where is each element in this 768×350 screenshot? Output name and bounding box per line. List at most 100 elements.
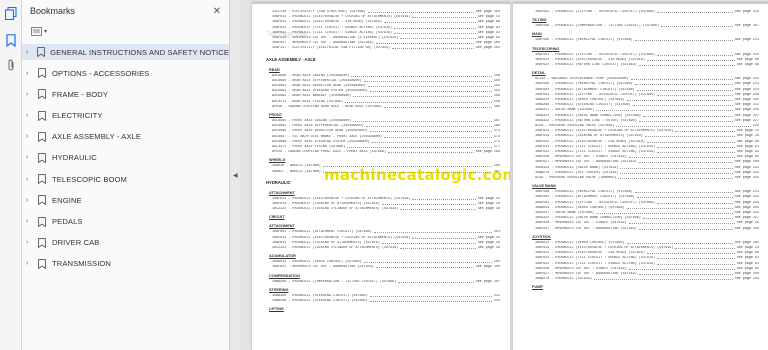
page-reference: See page 221 <box>734 38 759 43</box>
chevron-right-icon[interactable]: › <box>26 197 35 204</box>
index-entry[interactable]: 10BA278 - HYDRAULIC (547919) See page 233 <box>535 277 759 282</box>
index-entry[interactable]: 10AF581 - HYDRAULIC (LIFTING - TELESCOPI… <box>535 10 759 15</box>
index-entry[interactable]: 8PD20 - CARDAN COUPLING FRONT AXLE - FRO… <box>272 150 500 155</box>
entry-text: 10AF626 - MOVEMENTS CUT OUT : AGGRAVATIN… <box>272 36 399 40</box>
bookmark-item[interactable]: › OPTIONS - ACCESSORIES <box>22 65 229 81</box>
entry-text: 10DA317 - VALVE BANK (547896) <box>535 211 595 215</box>
bookmark-item[interactable]: › PEDALS <box>22 214 229 230</box>
entry-text: 10AF626 - MOVEMENTS CUT OUT : SINGLE (54… <box>535 266 627 271</box>
index-entry[interactable]: 12AF117 - ELECTRICITY (ELECTRICAL PAN FI… <box>272 46 500 51</box>
index-entry[interactable]: 10BA288 - HYDRAULIC (STEERING CIRCUIT) (… <box>272 299 500 304</box>
page-reference: See page 100 <box>475 41 500 46</box>
leader-dots <box>620 167 733 169</box>
document-view[interactable]: Two Page View machinecatalogic.com 11CC1… <box>240 0 768 350</box>
index-entry[interactable]: 10BA286 - HYDRAULIC (COMPENSATION - TILT… <box>272 280 500 285</box>
entry-text: AXL6691 - REAR AXLE REDUCTION GEAR (2503… <box>272 84 366 88</box>
entry-text: 10AF588 - HYDRAULIC (PRINCIPAL CIRCUIT) … <box>535 190 633 195</box>
index-entry[interactable]: 8C59 - PRESSURE REDUCING VALVE (TANKMOD)… <box>535 176 759 181</box>
leader-dots <box>322 171 492 173</box>
close-icon[interactable]: ✕ <box>213 6 221 17</box>
section-heading: AXLE ASSEMBLY - AXLE <box>266 56 316 62</box>
chevron-right-icon[interactable]: › <box>26 260 35 267</box>
leader-dots <box>661 26 733 28</box>
collapse-panel-icon[interactable]: ◀ <box>233 172 238 179</box>
index-entry[interactable]: 10CZ122 - HYDRAULIC (LOCKING CYLINDER OF… <box>272 246 500 251</box>
entry-text: 10AF627 - MOVEMENTS CUT OUT : AGGRAVATIN… <box>535 272 637 276</box>
entry-text: 10AF581 - HYDRAULIC (LIFTING - TELESCOPI… <box>535 10 656 14</box>
bookmark-icon[interactable] <box>4 33 18 47</box>
bookmark-item[interactable]: › HYDRAULIC <box>22 150 229 166</box>
bookmark-item[interactable]: › TELESCOPIC BOOM <box>22 171 229 187</box>
entry-text: 10AF602 - HYDRAULIC (ATTACHMENT CIRCUIT)… <box>535 87 635 92</box>
bookmark-icon <box>38 237 47 248</box>
leader-dots <box>657 54 733 56</box>
index-entry[interactable]: 10AF624 - HYDRAULIC (RETURN LINE CIRCUIT… <box>535 63 759 68</box>
bookmark-icon <box>38 68 47 79</box>
subsection-heading: PUMP <box>532 285 543 290</box>
leader-dots <box>387 152 474 154</box>
page-reference: 212 <box>493 293 500 298</box>
bookmark-item[interactable]: › ENGINE <box>22 192 229 208</box>
leader-dots <box>392 48 474 50</box>
page-reference: See page 14 <box>736 129 759 134</box>
subsection-heading: ATTACHMENT <box>269 190 295 195</box>
chevron-right-icon[interactable]: › <box>26 218 35 225</box>
page-reference: See page 86 <box>477 20 500 25</box>
index-entry[interactable]: 10AF586 - HYDRAULIC (COMPENSATION - TILT… <box>535 24 759 29</box>
entry-text: 10AF623 - HYDRAULIC (ELECTROVALVE - 3IB … <box>535 139 645 144</box>
entry-text: 10AF631 - HYDRAULIC (TILL CIRCUIT : DOUB… <box>535 256 656 261</box>
bookmark-item[interactable]: › AXLE ASSEMBLY - AXLE <box>22 129 229 145</box>
entry-text: 10AF623 - HYDRAULIC (ELECTROVALVE - 3IB … <box>272 20 382 25</box>
leader-dots <box>638 65 735 66</box>
bookmark-label: OPTIONS - ACCESSORIES <box>52 68 150 78</box>
bookmark-icon <box>38 153 47 163</box>
paperclip-icon[interactable] <box>4 58 18 72</box>
bookmark-label: ELECTRICITY <box>52 111 103 121</box>
bookmark-item[interactable]: › DRIVER CAB <box>22 235 229 251</box>
leader-dots <box>616 126 751 127</box>
page-reference: See page 101 <box>475 46 500 51</box>
bookmark-options-icon[interactable]: ▾ <box>28 25 50 38</box>
bookmark-icon <box>38 195 47 206</box>
leader-dots <box>596 213 733 214</box>
chevron-right-icon[interactable]: › <box>26 154 35 161</box>
index-entry[interactable]: 10AF627 - MOVEMENTS CUT OUT : AGGRAVATIN… <box>535 227 759 232</box>
entry-text: 3RA026 - WHEELS (547896) <box>272 164 321 169</box>
index-entry[interactable]: 8PD19 - CARDAN COUPLING REAR AXLE - REAR… <box>272 105 500 110</box>
leader-dots <box>657 94 733 96</box>
index-entry[interactable]: 10AF621 - MOVEMENTS CUT OUT : AGGRAVATIN… <box>272 265 500 270</box>
entry-text: AXL3373 - FRONT AXLE FIXING (547896) <box>272 145 346 149</box>
page-reference: 171 <box>493 129 500 134</box>
chevron-right-icon[interactable]: › <box>26 70 35 77</box>
chevron-right-icon[interactable]: › <box>26 239 35 246</box>
chevron-right-icon[interactable]: › <box>26 49 34 56</box>
page-reference: 187 <box>493 169 500 174</box>
chevron-right-icon[interactable]: › <box>26 133 35 140</box>
bookmark-item[interactable]: › FRAME - BODY <box>22 86 229 102</box>
leader-dots <box>657 146 735 148</box>
entry-text: 10AA014 - HYDRAULIC (SERVO CONTROL) (547… <box>535 98 625 102</box>
bookmark-item[interactable]: › ELECTRICITY <box>22 108 229 124</box>
page-reference: 205 <box>493 260 500 265</box>
page-reference: See page 216 <box>734 200 759 205</box>
entry-text: 10AF588 - HYDRAULIC (PRINCIPAL CIRCUIT) … <box>535 82 633 87</box>
entry-text: AXL6687 - OIL BATH DISC BRAKE - FRONT AX… <box>272 134 382 139</box>
subsection-heading: REAR <box>269 67 280 72</box>
chevron-right-icon[interactable]: › <box>26 91 35 98</box>
index-entry[interactable]: 10CZ122 - HYDRAULIC (LOCKING CYLINDER OF… <box>272 207 500 212</box>
entry-text: 10AF613 - HYDRAULIC (ELECTROVALVE + LOCK… <box>272 196 411 201</box>
bookmark-icon <box>38 131 47 142</box>
entry-text: AXL6685 - FRONT AXLE DIFFERENTIAL (25039… <box>272 124 364 129</box>
pages-icon[interactable] <box>4 6 18 20</box>
page-reference: See page 183 <box>475 150 500 155</box>
chevron-right-icon[interactable]: › <box>26 112 35 119</box>
bookmark-list: › GENERAL INSTRUCTIONS AND SAFETY NOTICE ›… <box>22 44 229 272</box>
page-reference: See page 212 <box>734 103 759 108</box>
bookmark-item[interactable]: › TRANSMISSION <box>22 256 229 272</box>
chevron-right-icon[interactable]: › <box>26 176 35 183</box>
page-reference: See page 207 <box>734 24 759 29</box>
index-entry[interactable]: 10AF588 - HYDRAULIC (PRINCIPAL CIRCUIT) … <box>535 38 759 43</box>
leader-dots <box>412 237 476 239</box>
bookmark-item[interactable]: › GENERAL INSTRUCTIONS AND SAFETY NOTICE <box>22 44 229 60</box>
index-entry[interactable]: 3RA027 - WHEELS (547896) 187 <box>272 170 500 175</box>
